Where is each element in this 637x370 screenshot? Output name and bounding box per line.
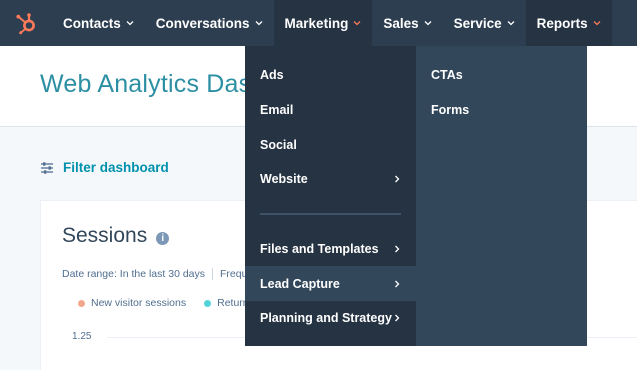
submenu-item-label: Forms (431, 103, 470, 118)
submenu-item-label: CTAs (431, 68, 463, 83)
date-range-text: Date range: In the last 30 days (62, 268, 206, 280)
menu-item-label: Files and Templates (260, 242, 379, 257)
nav-item-label: Sales (383, 15, 419, 31)
nav-item-label: Conversations (155, 15, 250, 31)
legend-label: New visitor sessions (91, 297, 187, 309)
filter-sliders-icon (41, 161, 53, 174)
menu-item-label: Email (260, 103, 294, 118)
chevron-down-icon (424, 21, 432, 26)
nav-items: Contacts Conversations Marketing Sales Servi… (52, 0, 612, 46)
top-nav: Contacts Conversations Marketing Sales Servi… (0, 0, 637, 46)
menu-item-lead-capture[interactable]: Lead Capture (245, 266, 416, 302)
legend-dot-icon (204, 299, 212, 307)
menu-item-files-and-templates[interactable]: Files and Templates (245, 232, 416, 267)
divider (212, 268, 214, 280)
menu-item-social[interactable]: Social (245, 127, 416, 162)
chevron-right-icon (395, 245, 400, 253)
chevron-right-icon (395, 315, 400, 322)
chevron-down-icon (126, 21, 134, 26)
marketing-submenu: CTAs Forms (416, 46, 587, 346)
legend-dot-icon (78, 299, 85, 307)
chevron-down-icon (353, 21, 361, 26)
menu-item-label: Website (260, 172, 308, 187)
nav-item-conversations[interactable]: Conversations (145, 0, 274, 46)
marketing-menu: Ads Email Social Website Files and Templates… (245, 46, 416, 346)
chevron-right-icon (395, 280, 400, 288)
card-title-text: Sessions (62, 224, 148, 247)
marketing-dropdown: Ads Email Social Website Files and Templates… (245, 46, 587, 346)
hubspot-logo-icon[interactable] (0, 0, 52, 46)
chevron-down-icon (507, 21, 515, 26)
nav-item-marketing[interactable]: Marketing (273, 0, 373, 46)
nav-item-label: Marketing (284, 15, 349, 31)
menu-item-label: Ads (260, 68, 284, 83)
menu-item-label: Lead Capture (260, 276, 340, 291)
menu-item-label: Social (260, 137, 297, 152)
menu-item-ads[interactable]: Ads (245, 58, 416, 93)
chevron-down-icon (593, 21, 601, 26)
legend-entry[interactable]: New visitor sessions (78, 297, 186, 309)
nav-item-label: Contacts (63, 15, 121, 31)
card-title: Sessions i (62, 224, 170, 248)
filter-label: Filter dashboard (63, 160, 169, 175)
nav-item-label: Service (453, 15, 502, 31)
chevron-right-icon (395, 175, 400, 183)
chevron-down-icon (255, 21, 263, 26)
menu-item-label: Planning and Strategy (260, 311, 392, 326)
menu-item-website[interactable]: Website (245, 162, 416, 197)
info-icon[interactable]: i (156, 231, 170, 245)
nav-item-label: Reports (536, 15, 588, 31)
submenu-item-forms[interactable]: Forms (416, 93, 587, 128)
nav-item-service[interactable]: Service (443, 0, 526, 46)
y-axis-tick: 1.25 (72, 331, 92, 342)
nav-item-contacts[interactable]: Contacts (52, 0, 145, 46)
menu-divider (245, 197, 416, 232)
menu-item-email[interactable]: Email (245, 93, 416, 128)
nav-item-reports[interactable]: Reports (525, 0, 612, 46)
nav-item-sales[interactable]: Sales (372, 0, 442, 46)
menu-item-planning-and-strategy[interactable]: Planning and Strategy (245, 301, 416, 336)
submenu-item-ctas[interactable]: CTAs (416, 58, 587, 93)
filter-dashboard-link[interactable]: Filter dashboard (40, 160, 169, 175)
